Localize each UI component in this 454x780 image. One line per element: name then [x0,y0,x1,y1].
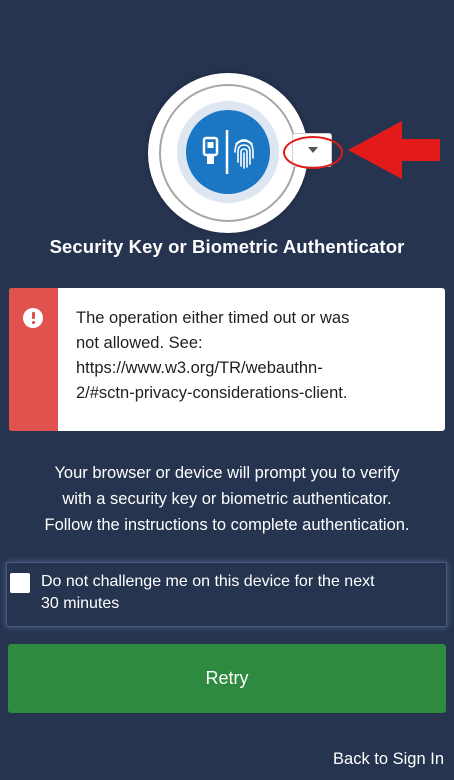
instructions-text: Your browser or device will prompt you t… [44,464,410,534]
red-arrow-icon [348,121,440,179]
retry-button[interactable]: Retry [8,644,446,713]
remember-device-checkbox[interactable] [10,573,30,593]
remember-device-row: Do not challenge me on this device for t… [6,562,447,627]
error-alert: The operation either timed out or was no… [9,288,445,431]
back-to-sign-in-link[interactable]: Back to Sign In [333,750,444,769]
authentication-page: Security Key or Biometric Authenticator … [0,0,454,780]
annotation-ellipse [283,136,343,169]
exclamation-icon [23,308,43,328]
remember-device-label[interactable]: Do not challenge me on this device for t… [41,571,441,615]
badge-inner-circle [177,101,279,203]
error-message: The operation either timed out or was no… [76,309,350,402]
security-key-fingerprint-icon [186,110,270,194]
badge-ring [159,84,297,222]
error-stripe [9,288,58,431]
page-title: Security Key or Biometric Authenticator [49,236,405,257]
